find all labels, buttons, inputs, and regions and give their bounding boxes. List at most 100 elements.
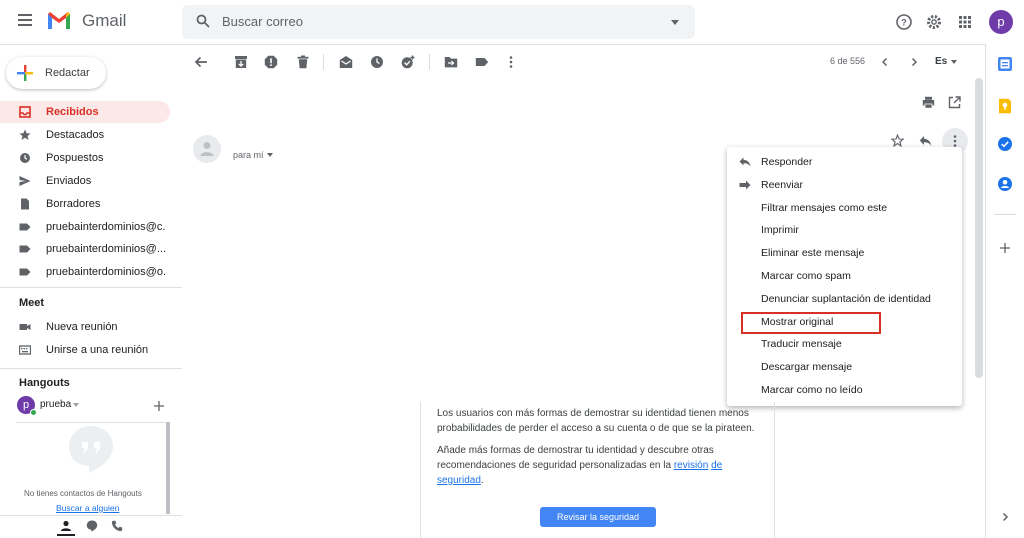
sidebar-item-label-2[interactable]: pruebainterdominios@... [0, 238, 170, 260]
menu-item-forward[interactable]: Reenviar [727, 174, 962, 196]
account-avatar[interactable]: p [989, 10, 1013, 34]
snooze-icon[interactable] [370, 55, 384, 69]
sidebar-item-inbox[interactable]: Recibidos [0, 101, 170, 123]
menu-item-phishing[interactable]: Denunciar suplantación de identidad [727, 288, 962, 310]
tasks-icon[interactable] [997, 136, 1013, 152]
more-vert-icon[interactable] [504, 55, 518, 69]
sidebar-item-sent[interactable]: Enviados [0, 170, 170, 192]
language-selector[interactable]: Es [935, 56, 947, 67]
add-icon[interactable] [153, 400, 165, 412]
toolbar-divider [429, 54, 430, 70]
more-vert-icon [953, 135, 957, 147]
chevron-down-icon[interactable] [951, 60, 957, 64]
sidebar-item-snoozed[interactable]: Pospuestos [0, 147, 170, 169]
sidebar-item-label: Recibidos [46, 106, 99, 118]
review-security-button[interactable]: Revisar la seguridad [540, 507, 656, 527]
label-as-icon[interactable] [475, 55, 489, 69]
menu-icon[interactable] [18, 14, 32, 26]
side-panel-divider [994, 214, 1016, 215]
star-icon[interactable] [891, 134, 904, 147]
add-task-icon[interactable] [401, 55, 415, 69]
menu-item-download[interactable]: Descargar mensaje [727, 356, 962, 378]
menu-item-label: Filtrar mensajes como este [761, 202, 888, 214]
recipient-text[interactable]: para mí [233, 150, 264, 160]
calendar-icon[interactable] [997, 56, 1013, 72]
security-review-link[interactable]: revisión [674, 460, 708, 471]
sidebar-divider [0, 368, 182, 369]
chevron-right-icon[interactable] [909, 57, 919, 67]
chevron-down-icon[interactable] [267, 153, 273, 157]
chat-icon[interactable] [86, 520, 98, 532]
compose-label: Redactar [45, 67, 90, 79]
menu-item-reply[interactable]: Responder [727, 151, 962, 173]
hangouts-divider [16, 422, 166, 423]
sidebar-item-label: pruebainterdominios@... [46, 243, 166, 255]
keyboard-icon [19, 345, 31, 355]
print-icon[interactable] [922, 96, 935, 109]
menu-item-label: Traducir mensaje [761, 338, 842, 350]
gmail-logo-icon[interactable] [46, 10, 72, 30]
app-name: Gmail [82, 11, 127, 30]
menu-item-spam[interactable]: Marcar como spam [727, 265, 962, 287]
hangouts-user[interactable]: prueba [40, 399, 71, 410]
contacts-icon[interactable] [997, 176, 1013, 192]
sidebar-item-label: Enviados [46, 175, 92, 187]
hangouts-section-title: Hangouts [19, 377, 70, 389]
back-icon[interactable] [194, 55, 208, 69]
menu-item-mark-unread[interactable]: Marcar como no leído [727, 379, 962, 401]
gear-icon[interactable] [925, 13, 943, 31]
sidebar-item-label: Destacados [46, 129, 105, 141]
menu-item-translate[interactable]: Traducir mensaje [727, 333, 962, 355]
toolbar-divider [323, 54, 324, 70]
meet-join-meeting[interactable]: Unirse a una reunión [0, 339, 170, 361]
menu-item-filter[interactable]: Filtrar mensajes como este [727, 197, 962, 219]
sidebar-item-label: Pospuestos [46, 152, 104, 164]
apps-grid-icon[interactable] [958, 15, 972, 29]
sidebar-item-label: Nueva reunión [46, 321, 118, 333]
send-icon [19, 176, 31, 186]
keep-icon[interactable] [997, 98, 1013, 114]
move-to-icon[interactable] [444, 55, 458, 69]
add-icon[interactable] [998, 241, 1012, 255]
reply-icon [739, 157, 751, 167]
report-spam-icon[interactable] [264, 55, 278, 69]
sidebar-item-starred[interactable]: Destacados [0, 124, 170, 146]
sidebar-item-label-1[interactable]: pruebainterdominios@c... [0, 216, 170, 238]
person-icon [200, 142, 214, 156]
menu-item-label: Responder [761, 156, 813, 168]
reply-icon[interactable] [919, 135, 932, 147]
message-scrollbar[interactable] [975, 78, 983, 378]
menu-item-label: Denunciar suplantación de identidad [761, 293, 931, 305]
find-someone-link[interactable]: Buscar a alguien [56, 503, 119, 513]
search-options-icon[interactable] [671, 20, 679, 25]
sidebar-item-drafts[interactable]: Borradores [0, 193, 170, 215]
chevron-right-icon[interactable] [1000, 512, 1010, 522]
menu-item-print[interactable]: Imprimir [727, 219, 962, 241]
side-panel [985, 44, 1024, 538]
phone-icon[interactable] [111, 520, 123, 532]
sidebar-divider [0, 287, 182, 288]
mark-unread-icon[interactable] [339, 55, 353, 69]
delete-icon[interactable] [296, 55, 310, 69]
search-input[interactable]: Buscar correo [222, 14, 303, 29]
hangouts-scrollbar[interactable] [166, 422, 170, 514]
security-text-2-end: . [480, 475, 484, 486]
chevron-down-icon[interactable] [73, 403, 79, 407]
chevron-left-icon[interactable] [880, 57, 890, 67]
label-icon [19, 245, 31, 253]
security-text-2: Añade más formas de demostrar tu identid… [437, 443, 767, 488]
help-icon[interactable]: ? [895, 13, 913, 31]
menu-item-label: Reenviar [761, 179, 804, 191]
menu-item-delete[interactable]: Eliminar este mensaje [727, 242, 962, 264]
contacts-icon[interactable] [60, 520, 72, 532]
compose-button[interactable]: Redactar [6, 57, 106, 89]
top-bar: Gmail Buscar correo ? p [0, 0, 1024, 44]
sidebar-item-label-3[interactable]: pruebainterdominios@o... [0, 261, 170, 283]
svg-text:?: ? [901, 18, 907, 28]
archive-icon[interactable] [234, 55, 248, 69]
label-icon [19, 268, 31, 276]
open-new-window-icon[interactable] [948, 96, 961, 109]
security-text-1: Los usuarios con más formas de demostrar… [437, 408, 755, 434]
search-icon[interactable] [196, 14, 210, 28]
meet-new-meeting[interactable]: Nueva reunión [0, 316, 170, 338]
